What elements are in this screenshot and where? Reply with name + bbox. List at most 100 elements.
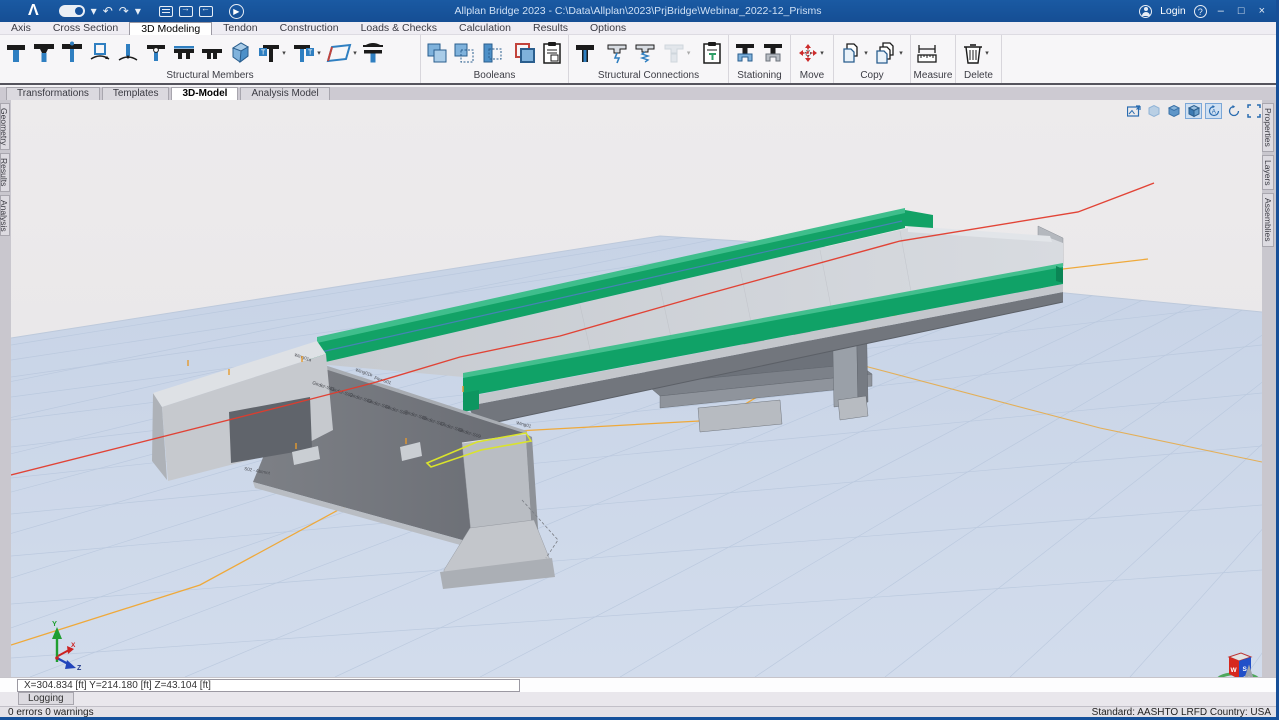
viewport-toolbar: A [1125, 103, 1262, 119]
connection-insert-icon[interactable] [605, 38, 631, 68]
logging-bar: Logging [0, 692, 1276, 706]
svg-text:X: X [71, 642, 76, 649]
group-structural-members: T▾ T▾ ▾ Structural Members [0, 35, 421, 83]
shading-shaded-icon[interactable] [1185, 103, 1202, 119]
left-palette-strip: Geometry Results Analysis [0, 100, 11, 677]
station-gray-icon[interactable] [760, 38, 786, 68]
svg-text:W: W [1231, 667, 1238, 674]
group-measure: Measure [911, 35, 956, 83]
deck-profile2-tool-icon[interactable] [199, 38, 225, 68]
pier-tool-icon[interactable] [3, 38, 29, 68]
svg-text:T: T [261, 50, 266, 57]
measure-tool-icon[interactable] [914, 38, 940, 68]
group-label: Measure [911, 70, 955, 81]
tab-transformations[interactable]: Transformations [6, 87, 100, 100]
palette-tab-geometry[interactable]: Geometry [0, 103, 10, 150]
import-document-icon[interactable] [199, 6, 213, 17]
menu-axis[interactable]: Axis [0, 22, 42, 35]
login-button[interactable]: Login [1160, 5, 1186, 17]
toggle-icon[interactable] [59, 5, 85, 17]
minimize-button[interactable]: – [1215, 5, 1227, 17]
palette-tab-analysis[interactable]: Analysis [0, 195, 10, 237]
ribbon-toolbar: T▾ T▾ ▾ Structural Members Booleans [0, 35, 1276, 85]
group-booleans: Booleans [421, 35, 569, 83]
pier-point-tool-icon[interactable] [59, 38, 85, 68]
shading-wireframe-icon[interactable] [1145, 103, 1162, 119]
redo-button[interactable]: ↷ [119, 3, 129, 19]
logging-tab[interactable]: Logging [18, 692, 74, 705]
right-palette-strip: Properties Layers Assemblies [1262, 100, 1276, 677]
menu-tendon[interactable]: Tendon [212, 22, 268, 35]
help-icon[interactable]: ? [1194, 5, 1207, 18]
connection-member-icon[interactable] [572, 38, 598, 68]
group-label: Stationing [729, 70, 790, 81]
palette-tab-results[interactable]: Results [0, 153, 10, 191]
undo-button[interactable]: ↶ [103, 3, 113, 19]
move-tool-icon[interactable]: ▾ [794, 38, 827, 68]
document-tab-bar: Transformations Templates 3D-Model Analy… [0, 87, 1276, 100]
menu-results[interactable]: Results [522, 22, 579, 35]
boolean-subtract-icon[interactable] [451, 38, 476, 68]
export-document-icon[interactable] [179, 6, 193, 17]
close-button[interactable]: × [1256, 5, 1268, 17]
connection-list-icon[interactable] [699, 38, 725, 68]
girder-joint-tool-icon[interactable] [143, 38, 169, 68]
run-calculation-icon[interactable]: ▶ [229, 4, 244, 19]
palette-tab-layers[interactable]: Layers [1262, 155, 1274, 191]
app-window: Λ ▾ ↶ ↷ ▾ ▶ Allplan Bridge 2023 - C:\Dat… [0, 0, 1279, 720]
tab-templates[interactable]: Templates [102, 87, 170, 100]
pier-table-tool-icon[interactable] [31, 38, 57, 68]
menu-calculation[interactable]: Calculation [448, 22, 522, 35]
menu-options[interactable]: Options [579, 22, 637, 35]
prism-tool-icon[interactable] [227, 38, 253, 68]
auto-rotate-icon[interactable]: A [1205, 103, 1222, 119]
station-blue-icon[interactable] [732, 38, 758, 68]
group-stationing: Stationing [729, 35, 791, 83]
toggle-dropdown-icon[interactable]: ▾ [91, 3, 97, 19]
group-label: Structural Members [0, 70, 420, 81]
palette-tab-assemblies[interactable]: Assemblies [1262, 193, 1274, 246]
document-list-icon[interactable] [159, 6, 173, 17]
girder-axis-tool-icon[interactable] [115, 38, 141, 68]
boolean-list-icon[interactable] [540, 38, 565, 68]
boolean-intersect-icon[interactable] [479, 38, 504, 68]
member-label-left-tool-icon[interactable]: T▾ [290, 38, 323, 68]
group-label: Move [791, 70, 833, 81]
menu-cross-section[interactable]: Cross Section [42, 22, 129, 35]
copy-tool-icon[interactable]: ▾ [837, 38, 870, 68]
shading-hidden-line-icon[interactable] [1165, 103, 1182, 119]
palette-tab-properties[interactable]: Properties [1262, 103, 1274, 152]
group-copy: ▾ ▾ Copy [834, 35, 911, 83]
redo-dropdown-icon[interactable]: ▾ [135, 3, 141, 19]
menu-loads-checks[interactable]: Loads & Checks [350, 22, 448, 35]
copy-multiple-tool-icon[interactable]: ▾ [872, 38, 905, 68]
delete-tool-icon[interactable]: ▾ [959, 38, 992, 68]
restore-button[interactable]: □ [1235, 5, 1248, 17]
tab-analysis-model[interactable]: Analysis Model [240, 87, 329, 100]
viewport-3d[interactable]: Girder-S01 Girder-S02 Girder-S03 Girder-… [0, 100, 1276, 677]
status-bar: 0 errors 0 warnings Standard: AASHTO LRF… [0, 706, 1276, 717]
zoom-fit-icon[interactable] [1245, 103, 1262, 119]
menu-bar: Axis Cross Section 3D Modeling Tendon Co… [0, 22, 1276, 35]
member-label-right-tool-icon[interactable]: T▾ [255, 38, 288, 68]
group-move: ▾ Move [791, 35, 834, 83]
svg-text:Z: Z [77, 665, 82, 672]
boolean-pair-icon[interactable] [512, 38, 537, 68]
boolean-union-icon[interactable] [424, 38, 449, 68]
svg-text:Y: Y [52, 619, 57, 628]
group-label: Copy [834, 70, 910, 81]
deck-profile-tool-icon[interactable] [171, 38, 197, 68]
save-view-image-icon[interactable] [1125, 103, 1142, 119]
connection-spring-icon[interactable] [632, 38, 658, 68]
coordinate-bar: X=304.834 [ft] Y=214.180 [ft] Z=43.104 [… [0, 677, 1276, 692]
group-structural-connections: ▾ Structural Connections [569, 35, 729, 83]
girder-span-tool-icon[interactable] [87, 38, 113, 68]
slab-tool-icon[interactable]: ▾ [325, 38, 358, 68]
cap-girder-tool-icon[interactable] [360, 38, 386, 68]
menu-3d-modeling[interactable]: 3D Modeling [129, 22, 212, 35]
refresh-view-icon[interactable] [1225, 103, 1242, 119]
user-account-icon[interactable] [1139, 5, 1152, 18]
tab-3d-model[interactable]: 3D-Model [171, 87, 238, 100]
bridge-model-canvas[interactable]: Girder-S01 Girder-S02 Girder-S03 Girder-… [11, 100, 1262, 677]
menu-construction[interactable]: Construction [269, 22, 350, 35]
